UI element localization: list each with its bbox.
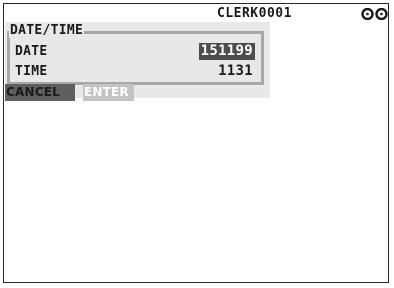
enter-button[interactable]: ENTER <box>83 84 134 101</box>
date-value-field[interactable]: 151199 <box>198 43 255 60</box>
date-row[interactable]: DATE 151199 <box>15 43 255 60</box>
cancel-button[interactable]: CANCEL <box>5 84 75 101</box>
key-mode-icon <box>361 8 388 20</box>
status-bar: CLERK0001 <box>4 4 388 22</box>
time-row[interactable]: TIME 1131 <box>15 63 255 80</box>
pos-screen: CLERK0001 DATE/TIME DATE 151199 TIME 113… <box>3 3 389 283</box>
time-value-field[interactable]: 1131 <box>216 63 255 80</box>
clerk-id-label: CLERK0001 <box>217 6 292 21</box>
dialog-title: DATE/TIME <box>9 23 85 38</box>
time-label: TIME <box>15 64 48 79</box>
date-label: DATE <box>15 44 48 59</box>
